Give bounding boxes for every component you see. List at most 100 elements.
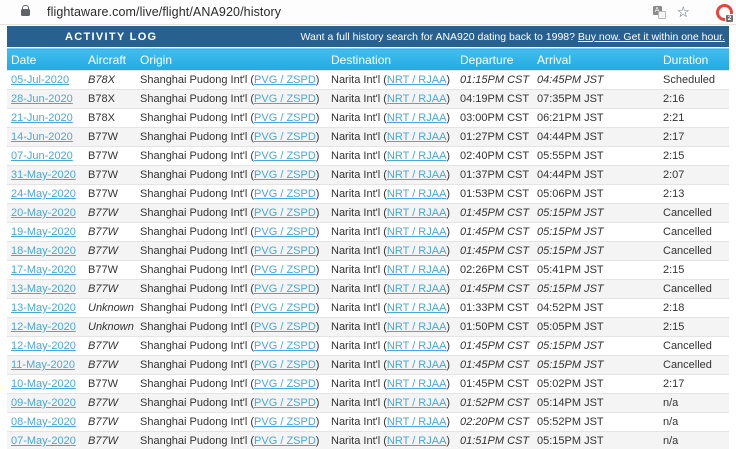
table-row: 10-May-2020 B77W Shanghai Pudong Int'l (PV…	[7, 374, 729, 394]
origin-airport-link[interactable]: PVG / ZSPD	[254, 435, 316, 447]
date-link[interactable]: 11-May-2020	[11, 359, 75, 371]
aircraft-type: B77W	[88, 359, 118, 371]
arrival-time: 05:55PM JST	[537, 150, 604, 162]
buy-now-link[interactable]: Buy now. Get it within one hour.	[578, 31, 725, 43]
column-header-departure: Departure	[456, 48, 533, 71]
aircraft-type: B77W	[88, 264, 118, 276]
departure-time: 02:20PM CST	[460, 416, 530, 428]
date-link[interactable]: 20-May-2020	[11, 207, 76, 219]
destination-airport-link[interactable]: NRT / RJAA	[387, 74, 447, 86]
column-header-origin: Origin	[136, 48, 327, 71]
date-link[interactable]: 05-Jul-2020	[11, 74, 69, 86]
duration-value: Cancelled	[663, 340, 712, 352]
date-link[interactable]: 10-May-2020	[11, 378, 76, 390]
origin-airport-link[interactable]: PVG / ZSPD	[254, 188, 316, 200]
date-link[interactable]: 09-May-2020	[11, 397, 76, 409]
origin-airport-link[interactable]: PVG / ZSPD	[254, 207, 316, 219]
origin-name: Shanghai Pudong Int'l	[140, 416, 248, 428]
destination-airport-link[interactable]: NRT / RJAA	[387, 169, 447, 181]
origin-airport-link[interactable]: PVG / ZSPD	[254, 321, 316, 333]
aircraft-type: B78X	[88, 112, 115, 124]
destination-airport-link[interactable]: NRT / RJAA	[387, 93, 447, 105]
destination-airport-link[interactable]: NRT / RJAA	[387, 397, 447, 409]
destination-airport-link[interactable]: NRT / RJAA	[387, 150, 447, 162]
destination-name: Narita Int'l	[331, 169, 381, 181]
origin-airport-link[interactable]: PVG / ZSPD	[254, 112, 316, 124]
origin-airport-link[interactable]: PVG / ZSPD	[254, 416, 316, 428]
destination-airport-link[interactable]: NRT / RJAA	[387, 359, 447, 371]
destination-airport-link[interactable]: NRT / RJAA	[387, 416, 447, 428]
destination-airport-link[interactable]: NRT / RJAA	[387, 207, 447, 219]
date-link[interactable]: 28-Jun-2020	[11, 93, 73, 105]
column-header-destination: Destination	[327, 48, 456, 71]
lock-icon[interactable]	[21, 4, 30, 16]
origin-airport-link[interactable]: PVG / ZSPD	[254, 264, 316, 276]
date-link[interactable]: 13-May-2020	[11, 302, 76, 314]
date-link[interactable]: 31-May-2020	[11, 169, 76, 181]
origin-airport-link[interactable]: PVG / ZSPD	[254, 302, 316, 314]
destination-airport-link[interactable]: NRT / RJAA	[387, 112, 447, 124]
translate-icon[interactable]: A	[652, 6, 666, 19]
duration-value: Scheduled	[663, 74, 715, 86]
date-link[interactable]: 12-May-2020	[11, 340, 76, 352]
destination-airport-link[interactable]: NRT / RJAA	[387, 131, 447, 143]
aircraft-type: B77W	[88, 435, 118, 447]
origin-airport-link[interactable]: PVG / ZSPD	[254, 93, 316, 105]
date-link[interactable]: 12-May-2020	[11, 321, 76, 333]
origin-airport-link[interactable]: PVG / ZSPD	[254, 131, 316, 143]
destination-airport-link[interactable]: NRT / RJAA	[387, 283, 447, 295]
destination-airport-link[interactable]: NRT / RJAA	[387, 340, 447, 352]
date-link[interactable]: 14-Jun-2020	[11, 131, 73, 143]
origin-airport-link[interactable]: PVG / ZSPD	[254, 378, 316, 390]
destination-airport-link[interactable]: NRT / RJAA	[387, 245, 447, 257]
origin-airport-link[interactable]: PVG / ZSPD	[254, 245, 316, 257]
destination-airport-link[interactable]: NRT / RJAA	[387, 378, 447, 390]
arrival-time: 05:15PM JST	[537, 283, 604, 295]
profile-avatar-icon[interactable]: 2	[716, 4, 734, 23]
origin-airport-link[interactable]: PVG / ZSPD	[254, 359, 316, 371]
page-content: ACTIVITY LOG Want a full history search …	[7, 26, 729, 449]
origin-name: Shanghai Pudong Int'l	[140, 169, 248, 181]
date-link[interactable]: 07-Jun-2020	[11, 150, 73, 162]
departure-time: 01:45PM CST	[460, 207, 530, 219]
destination-airport-link[interactable]: NRT / RJAA	[387, 321, 447, 333]
origin-name: Shanghai Pudong Int'l	[140, 207, 248, 219]
destination-airport-link[interactable]: NRT / RJAA	[387, 435, 447, 447]
destination-airport-link[interactable]: NRT / RJAA	[387, 264, 447, 276]
date-link[interactable]: 17-May-2020	[11, 264, 76, 276]
duration-value: 2:15	[663, 150, 685, 162]
origin-airport-link[interactable]: PVG / ZSPD	[254, 74, 316, 86]
date-link[interactable]: 08-May-2020	[11, 416, 76, 428]
departure-time: 04:19PM CST	[460, 93, 530, 105]
destination-name: Narita Int'l	[331, 302, 381, 314]
departure-time: 01:51PM CST	[460, 435, 530, 447]
date-link[interactable]: 21-Jun-2020	[11, 112, 73, 124]
destination-airport-link[interactable]: NRT / RJAA	[387, 302, 447, 314]
origin-airport-link[interactable]: PVG / ZSPD	[254, 340, 316, 352]
origin-airport-link[interactable]: PVG / ZSPD	[254, 283, 316, 295]
date-link[interactable]: 07-May-2020	[11, 435, 76, 447]
origin-airport-link[interactable]: PVG / ZSPD	[254, 169, 316, 181]
origin-airport-link[interactable]: PVG / ZSPD	[254, 397, 316, 409]
history-promo: Want a full history search for ANA920 da…	[300, 31, 729, 43]
destination-name: Narita Int'l	[331, 112, 381, 124]
date-link[interactable]: 19-May-2020	[11, 226, 76, 238]
duration-value: 2:17	[663, 131, 685, 143]
destination-name: Narita Int'l	[331, 93, 381, 105]
table-row: 31-May-2020 B77W Shanghai Pudong Int'l (PV…	[7, 165, 729, 185]
aircraft-type: B78X	[88, 93, 115, 105]
duration-value: 2:21	[663, 112, 685, 124]
duration-value: Cancelled	[663, 226, 712, 238]
date-link[interactable]: 13-May-2020	[11, 283, 76, 295]
bookmark-star-icon[interactable]: ☆	[677, 0, 690, 25]
destination-name: Narita Int'l	[331, 340, 381, 352]
departure-time: 01:37PM CST	[460, 169, 530, 181]
origin-airport-link[interactable]: PVG / ZSPD	[254, 150, 316, 162]
destination-airport-link[interactable]: NRT / RJAA	[387, 226, 447, 238]
browser-address-bar: flightaware.com/live/flight/ANA920/histo…	[0, 0, 736, 25]
date-link[interactable]: 18-May-2020	[11, 245, 76, 257]
destination-airport-link[interactable]: NRT / RJAA	[387, 188, 447, 200]
date-link[interactable]: 24-May-2020	[11, 188, 76, 200]
origin-airport-link[interactable]: PVG / ZSPD	[254, 226, 316, 238]
url-text[interactable]: flightaware.com/live/flight/ANA920/histo…	[47, 5, 281, 19]
